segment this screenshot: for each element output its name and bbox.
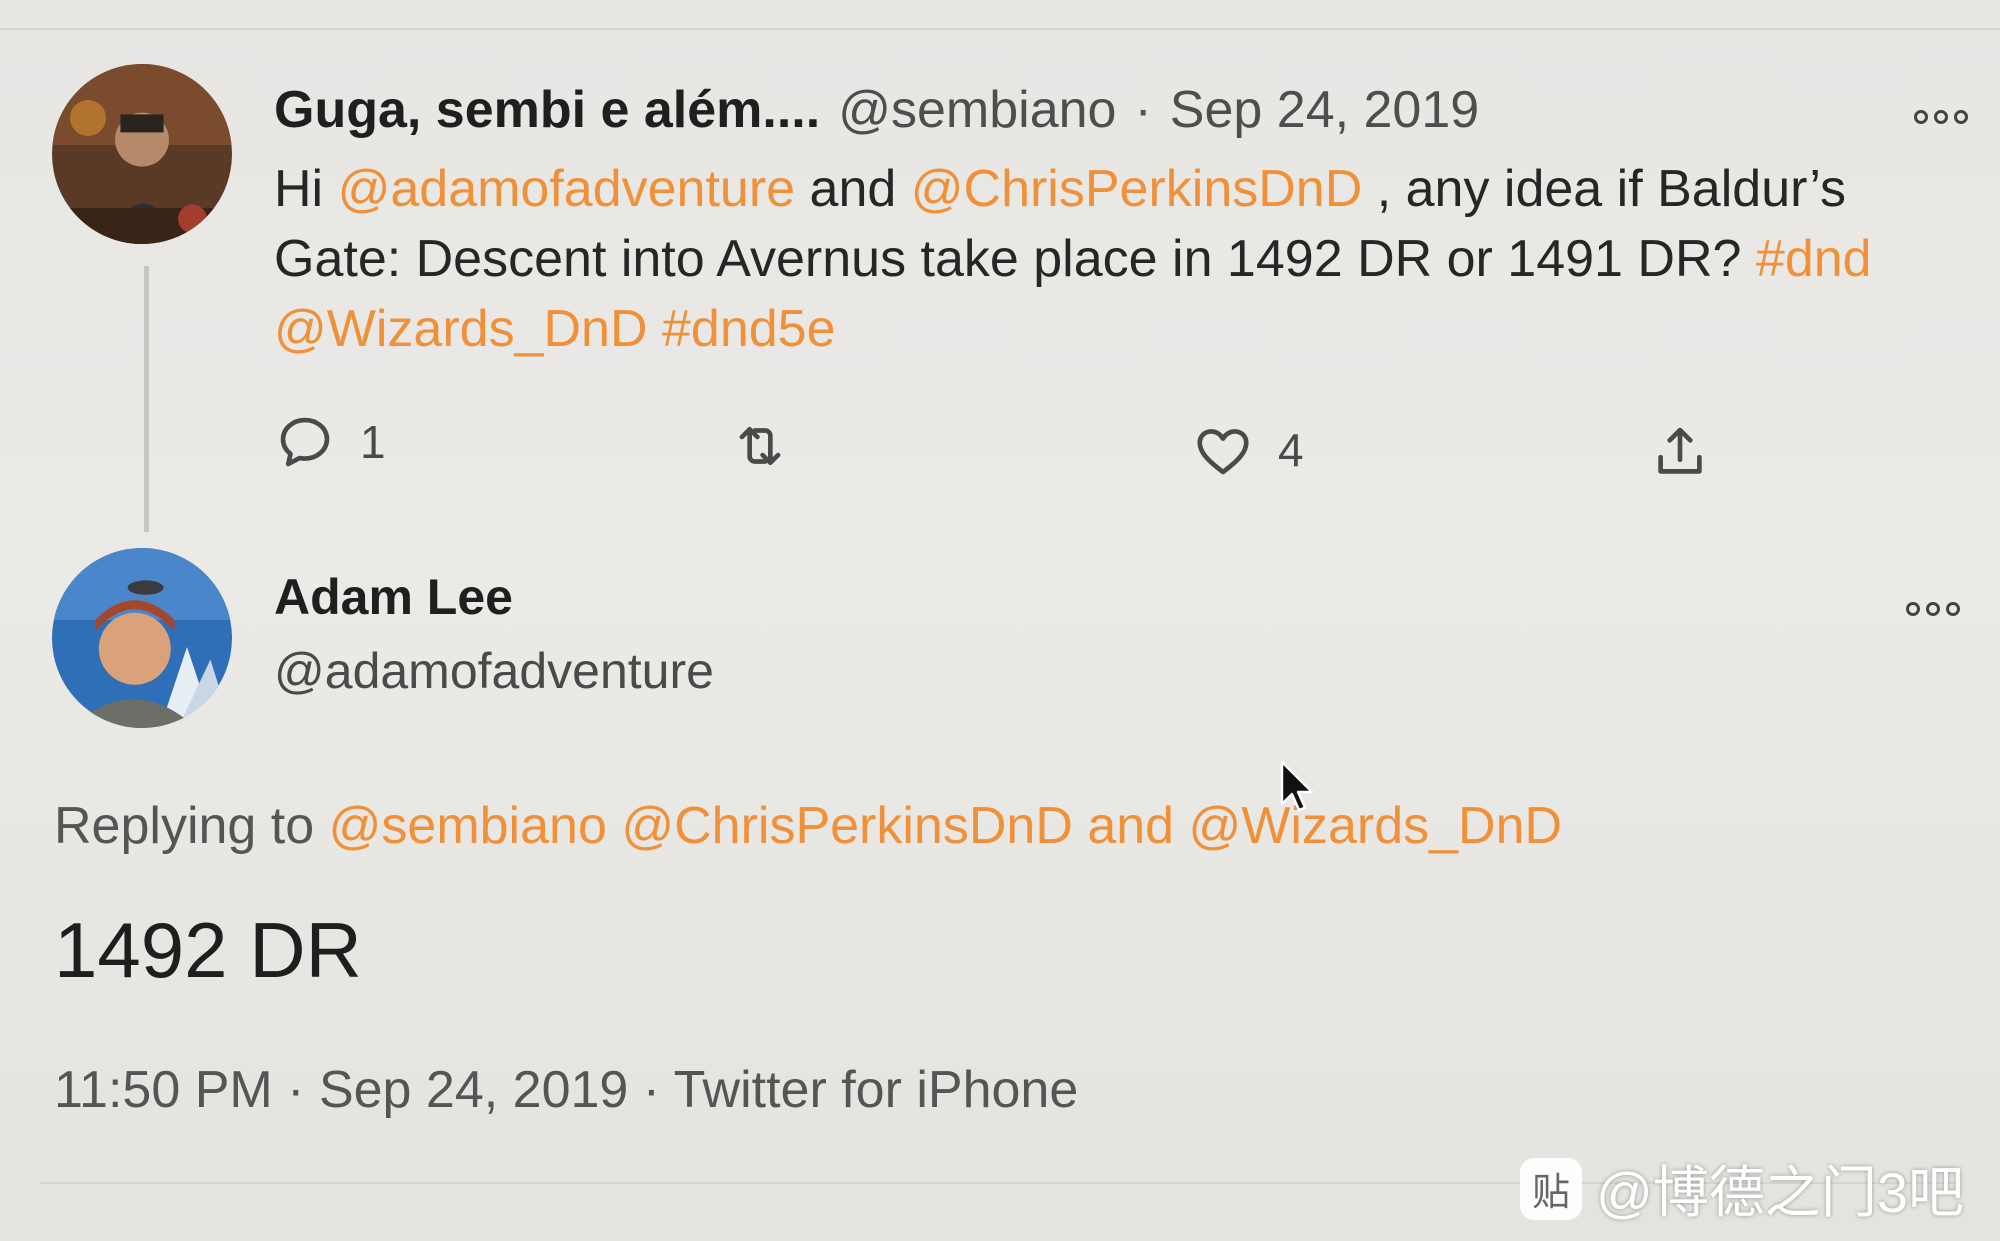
reply-time[interactable]: 11:50 PM (54, 1061, 273, 1119)
share-button[interactable] (1649, 421, 1711, 483)
reply-button[interactable]: 1 (274, 411, 386, 473)
watermark: 贴 @博德之门3吧 (1520, 1148, 1964, 1229)
text-segment: and (795, 160, 911, 218)
replying-label: Replying to (54, 797, 315, 855)
author-handle[interactable]: @sembiano (838, 80, 1116, 140)
separator-dot: · (642, 1061, 661, 1119)
retweet-icon (739, 426, 781, 466)
watermark-text: @博德之门3吧 (1596, 1161, 1964, 1224)
reply-icon (280, 417, 330, 467)
replying-to-line: Replying to @sembiano @ChrisPerkinsDnD a… (54, 796, 1562, 856)
cursor-icon (1280, 760, 1314, 812)
like-icon (1197, 429, 1249, 475)
hashtag-link[interactable]: #dnd (1756, 230, 1872, 288)
top-divider (0, 28, 2000, 30)
hashtag-link[interactable]: #dnd5e (662, 300, 836, 358)
mention-link[interactable]: @ChrisPerkinsDnD (621, 797, 1073, 855)
tweet-date[interactable]: Sep 24, 2019 (1170, 80, 1479, 140)
tweet-text: Hi @adamofadventure and @ChrisPerkinsDnD… (274, 154, 1954, 364)
separator-dot: · (1134, 81, 1152, 139)
avatar[interactable] (52, 548, 232, 728)
avatar-image (52, 64, 232, 244)
watermark-badge-text: 贴 (1531, 1172, 1570, 1214)
retweet-button[interactable] (729, 415, 815, 477)
reply-source[interactable]: Twitter for iPhone (674, 1061, 1079, 1119)
mention-link[interactable]: @ChrisPerkinsDnD (911, 160, 1363, 218)
reply-count: 1 (360, 416, 386, 468)
mention-link[interactable]: @sembiano (329, 797, 607, 855)
share-icon (1658, 427, 1702, 474)
like-count: 4 (1278, 424, 1304, 476)
reply-meta: 11:50 PM · Sep 24, 2019 · Twitter for iP… (54, 1060, 1078, 1120)
and-word: and (1087, 797, 1175, 855)
mention-link[interactable]: @adamofadventure (338, 160, 796, 218)
more-icon[interactable] (1906, 602, 1960, 616)
more-icon[interactable] (1914, 110, 1968, 124)
text-segment (648, 300, 662, 358)
like-button[interactable]: 4 (1192, 419, 1304, 481)
separator-dot: · (287, 1061, 305, 1119)
watermark-badge: 贴 (1520, 1157, 1582, 1220)
text-segment: Hi (274, 160, 338, 218)
author-name[interactable]: Guga, sembi e além.... (274, 80, 820, 140)
reply-date[interactable]: Sep 24, 2019 (319, 1061, 628, 1119)
mention-link[interactable]: @Wizards_DnD (274, 300, 648, 358)
reply-author-handle[interactable]: @adamofadventure (274, 640, 714, 702)
tweet-header: Guga, sembi e além.... @sembiano · Sep 2… (274, 68, 1479, 152)
avatar-image (52, 548, 232, 728)
avatar[interactable] (52, 64, 232, 244)
thread-connector (144, 266, 149, 532)
reply-author-name[interactable]: Adam Lee (274, 566, 714, 628)
tweet-actions: 1 4 (274, 405, 1734, 495)
reply-header: Adam Lee @adamofadventure (274, 566, 714, 702)
reply-text: 1492 DR (54, 906, 362, 994)
mention-link[interactable]: @Wizards_DnD (1189, 797, 1563, 855)
